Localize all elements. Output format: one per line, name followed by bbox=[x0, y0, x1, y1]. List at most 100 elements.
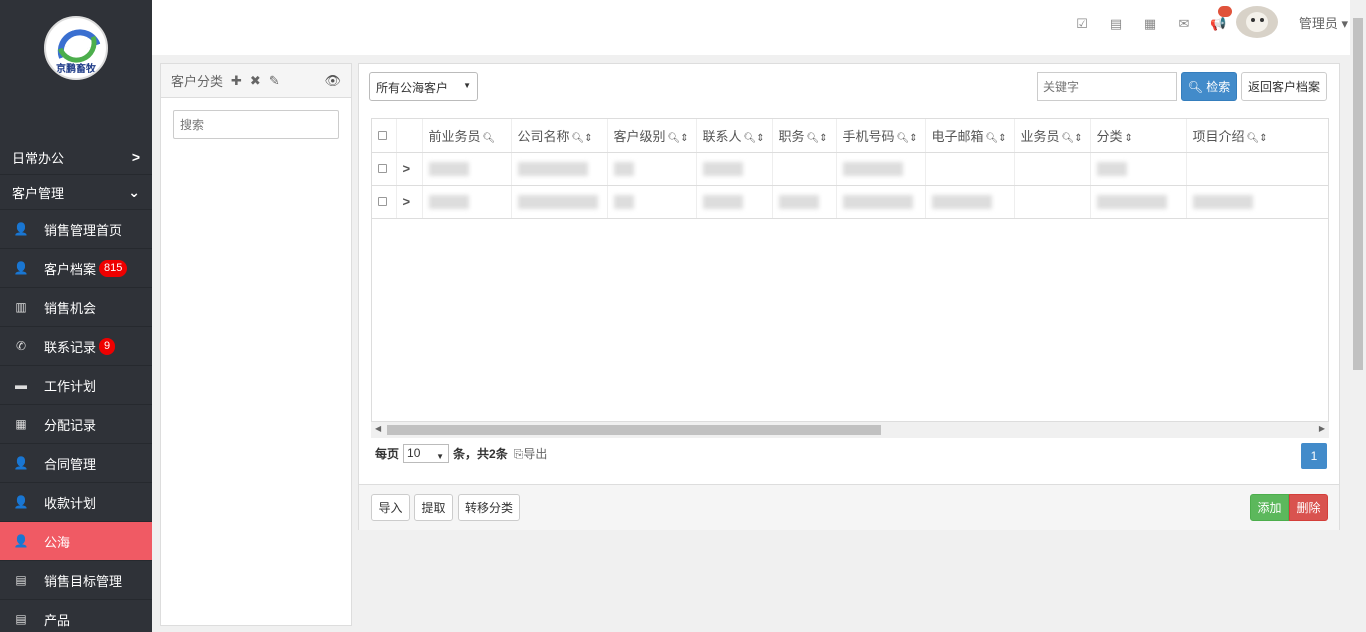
sidebar-item[interactable]: 👤 合同管理 bbox=[0, 444, 152, 483]
redacted-cell bbox=[772, 185, 837, 219]
chevron-right-icon: > bbox=[131, 149, 140, 165]
redacted-cell bbox=[1090, 185, 1187, 219]
per-page-label: 每页 bbox=[375, 447, 400, 461]
sidebar-item[interactable]: 👤 公海 bbox=[0, 522, 152, 561]
sidebar-item[interactable]: 👤 收款计划 bbox=[0, 483, 152, 522]
keyword-input[interactable] bbox=[1037, 72, 1177, 101]
sidebar-item-label: 销售机会 bbox=[44, 300, 97, 316]
table-horizontal-scrollbar[interactable]: ◀ ▶ bbox=[371, 422, 1329, 438]
page-scrollbar[interactable] bbox=[1350, 0, 1366, 632]
redacted-cell bbox=[1014, 185, 1091, 219]
page-button-1[interactable]: 1 bbox=[1301, 443, 1327, 469]
sidebar-item-label: 合同管理 bbox=[44, 456, 97, 472]
extract-button[interactable]: 提取 bbox=[414, 494, 453, 521]
add-icon[interactable]: ✚ bbox=[231, 73, 242, 89]
column-header[interactable]: 手机号码 🔍︎⇕ bbox=[836, 119, 926, 153]
delete-icon[interactable]: ✖ bbox=[250, 73, 261, 89]
add-button[interactable]: 添加 bbox=[1250, 494, 1289, 521]
sidebar-item[interactable]: 👤 销售管理首页 bbox=[0, 210, 152, 249]
expand-row-icon[interactable]: > bbox=[396, 152, 423, 186]
row-checkbox[interactable] bbox=[372, 152, 397, 186]
sidebar-item[interactable]: ▤ 产品 bbox=[0, 600, 152, 632]
list-icon: ▤ bbox=[15, 573, 27, 587]
category-search-input[interactable] bbox=[173, 110, 339, 139]
category-panel: 客户分类 ✚ ✖ ✎ 👁 bbox=[160, 63, 352, 626]
sort-icon[interactable]: 🔍︎⇕ bbox=[807, 133, 828, 144]
sort-icon[interactable]: 🔍︎⇕ bbox=[897, 133, 918, 144]
nav-group-customer-management[interactable]: 客户管理 ⌄ bbox=[0, 175, 152, 210]
column-header[interactable]: 联系人 🔍︎⇕ bbox=[696, 119, 773, 153]
customer-filter-select[interactable]: 所有公海客户 ▼ bbox=[369, 72, 478, 101]
sidebar-item[interactable]: ✆ 联系记录 9 bbox=[0, 327, 152, 366]
expand-row-icon[interactable]: > bbox=[396, 185, 423, 219]
chevron-down-icon: ⌄ bbox=[128, 183, 140, 200]
grid-icon: ▦ bbox=[15, 417, 27, 431]
caret-down-icon: ▼ bbox=[463, 81, 471, 90]
sidebar-item[interactable]: ▦ 分配记录 bbox=[0, 405, 152, 444]
redacted-cell bbox=[422, 185, 512, 219]
redacted-cell bbox=[836, 152, 926, 186]
column-header[interactable]: 客户级别 🔍︎⇕ bbox=[607, 119, 697, 153]
server-icon[interactable]: ▦ bbox=[1142, 16, 1158, 32]
redacted-cell bbox=[696, 185, 773, 219]
megaphone-icon[interactable]: 📢 bbox=[1210, 6, 1232, 32]
sidebar-item-label: 工作计划 bbox=[44, 378, 97, 394]
page-size-select[interactable]: 10 ▼ bbox=[403, 444, 450, 463]
table-row[interactable]: > bbox=[372, 152, 1328, 186]
column-header[interactable]: 前业务员 🔍︎ bbox=[422, 119, 512, 153]
list-card-icon[interactable]: ▤ bbox=[1108, 16, 1124, 32]
nav-group-daily-office[interactable]: 日常办公 > bbox=[0, 140, 152, 175]
caret-down-icon: ▼ bbox=[436, 452, 445, 461]
edit-icon[interactable]: ✎ bbox=[269, 73, 280, 89]
table-row[interactable]: > bbox=[372, 185, 1328, 219]
main-panel: 所有公海客户 ▼ 🔍︎ 检索 返回客户档案 前业务员🔍︎ 公司名称🔍︎⇕ 客户级… bbox=[358, 63, 1340, 530]
search-button[interactable]: 🔍︎ 检索 bbox=[1181, 72, 1237, 101]
sidebar-item[interactable]: 👤 客户档案 815 bbox=[0, 249, 152, 288]
count-badge: 9 bbox=[99, 337, 116, 355]
sidebar-item[interactable]: ▤ 销售目标管理 bbox=[0, 561, 152, 600]
select-all-checkbox[interactable] bbox=[372, 119, 397, 153]
avatar[interactable] bbox=[1236, 6, 1278, 38]
sidebar-item[interactable]: ▬ 工作计划 bbox=[0, 366, 152, 405]
checkbox-icon[interactable]: ☑ bbox=[1074, 16, 1090, 32]
phone-icon: ✆ bbox=[15, 339, 27, 353]
column-header[interactable]: 职务 🔍︎⇕ bbox=[772, 119, 837, 153]
scroll-right-icon[interactable]: ▶ bbox=[1319, 424, 1325, 433]
top-header: ☑ ▤ ▦ ✉ 📢 管理员 ▾ bbox=[152, 0, 1366, 55]
sort-icon[interactable]: 🔍︎⇕ bbox=[1062, 133, 1083, 144]
column-header[interactable]: 电子邮箱 🔍︎⇕ bbox=[925, 119, 1015, 153]
delete-button[interactable]: 删除 bbox=[1289, 494, 1328, 521]
scroll-thumb[interactable] bbox=[387, 425, 881, 435]
column-header[interactable]: 分类 ⇕ bbox=[1090, 119, 1187, 153]
column-header[interactable]: 公司名称 🔍︎⇕ bbox=[511, 119, 608, 153]
eye-toggle-icon[interactable]: 👁 bbox=[324, 73, 341, 89]
import-button[interactable]: 导入 bbox=[371, 494, 410, 521]
redacted-cell bbox=[607, 152, 697, 186]
sort-icon[interactable]: 🔍︎⇕ bbox=[744, 133, 765, 144]
mail-icon[interactable]: ✉ bbox=[1176, 16, 1192, 32]
return-to-archive-button[interactable]: 返回客户档案 bbox=[1241, 72, 1327, 101]
move-category-button[interactable]: 转移分类 bbox=[458, 494, 520, 521]
user-icon: 👤 bbox=[13, 495, 29, 509]
sort-icon[interactable]: ⇕ bbox=[1125, 133, 1133, 144]
sort-icon[interactable]: 🔍︎⇕ bbox=[986, 133, 1007, 144]
sort-icon[interactable]: 🔍︎⇕ bbox=[668, 133, 689, 144]
row-checkbox[interactable] bbox=[372, 185, 397, 219]
user-menu[interactable]: 管理员 ▾ bbox=[1299, 13, 1348, 32]
scroll-left-icon[interactable]: ◀ bbox=[375, 424, 381, 433]
redacted-cell bbox=[422, 152, 512, 186]
sidebar-item-label: 销售管理首页 bbox=[44, 222, 123, 238]
column-header[interactable]: 业务员 🔍︎⇕ bbox=[1014, 119, 1091, 153]
list-icon: ▤ bbox=[15, 612, 27, 626]
export-link[interactable]: ⎘导出 bbox=[514, 445, 548, 462]
sort-icon[interactable]: 🔍︎⇕ bbox=[1247, 133, 1268, 144]
redacted-cell bbox=[1014, 152, 1091, 186]
data-table: 前业务员 🔍︎ 公司名称 🔍︎⇕ 客户级别 🔍︎⇕ 联系人 🔍︎⇕ 职务 🔍︎⇕ 手机号码… bbox=[371, 118, 1329, 422]
sidebar-item[interactable]: ▥ 销售机会 bbox=[0, 288, 152, 327]
redacted-cell bbox=[772, 152, 837, 186]
user-icon: 👤 bbox=[13, 261, 29, 275]
total-count: 2条 bbox=[489, 447, 508, 461]
search-icon[interactable]: 🔍︎ bbox=[483, 133, 496, 144]
sort-icon[interactable]: 🔍︎⇕ bbox=[572, 133, 593, 144]
column-header[interactable]: 项目介绍 🔍︎⇕ bbox=[1186, 119, 1328, 153]
